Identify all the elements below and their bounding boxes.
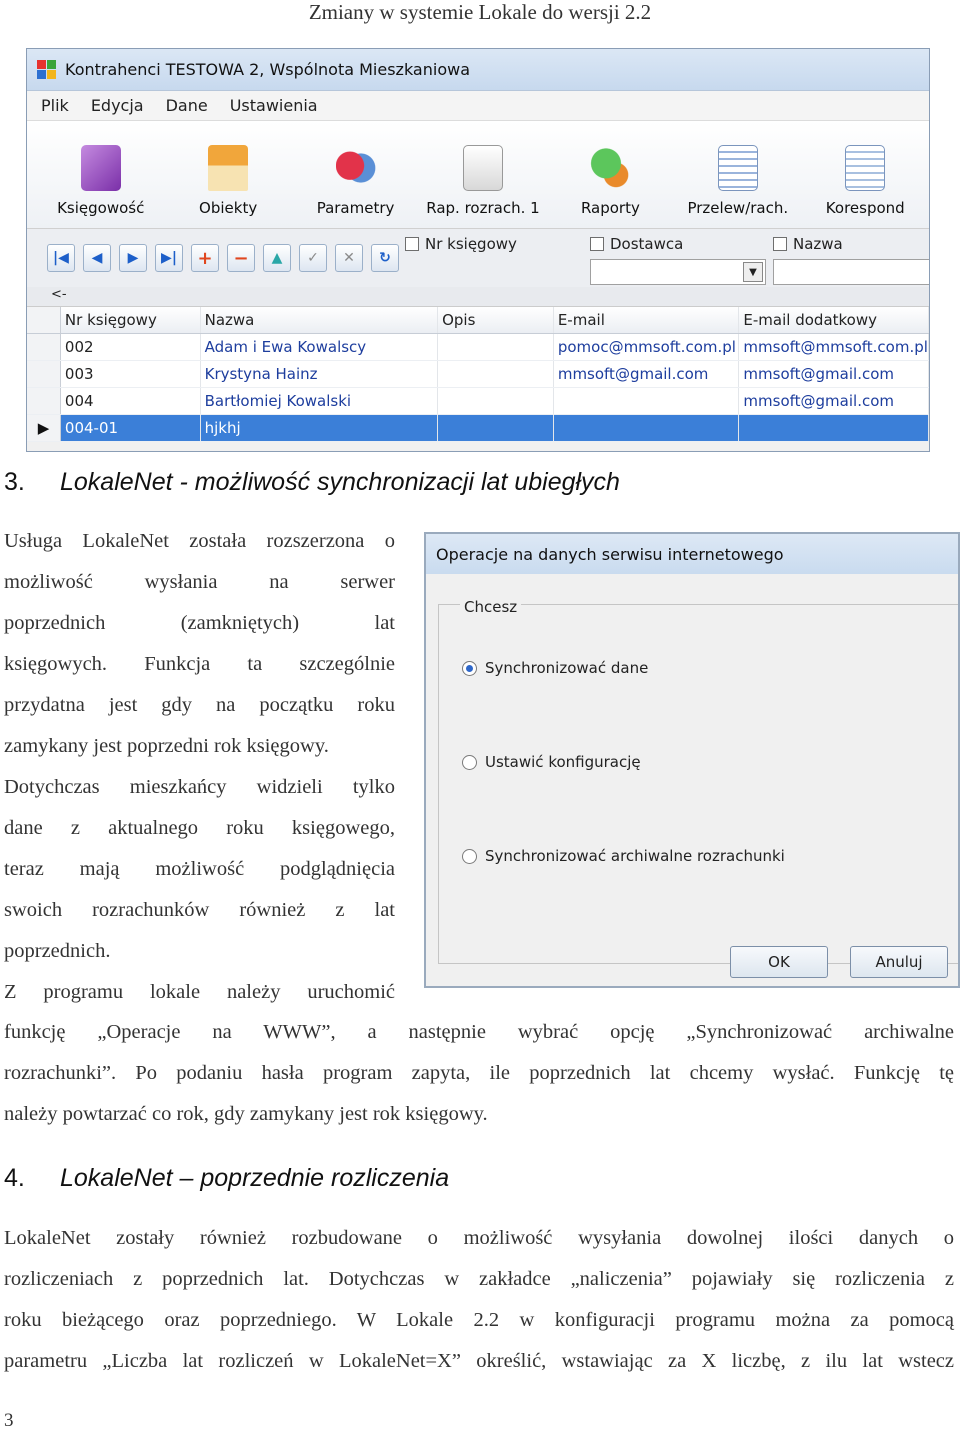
delete-icon[interactable]: − (227, 244, 255, 272)
section3-heading: 3. LokaleNet - możliwość synchronizacji l… (4, 468, 620, 496)
menu-edycja[interactable]: Edycja (91, 96, 144, 115)
section4-heading: 4. LokaleNet – poprzednie rozliczenia (4, 1164, 450, 1192)
column-email[interactable]: E-mail (554, 307, 740, 333)
menubar: Plik Edycja Dane Ustawienia (27, 91, 929, 121)
group-label: Chcesz (460, 598, 522, 616)
filters: Nr księgowy Dostawca Nazwa ▼ (405, 231, 929, 285)
radio-selected-icon[interactable] (462, 660, 477, 676)
column-email-dodatkowy[interactable]: E-mail dodatkowy (739, 307, 929, 333)
table-row[interactable]: 004 Bartłomiej Kowalski mmsoft@gmail.com (27, 388, 929, 415)
report-person-icon (462, 145, 503, 191)
table-row-selected[interactable]: ▶ 004-01 hjkhj (27, 415, 929, 442)
dostawca-dropdown[interactable]: ▼ (590, 259, 766, 285)
house-icon (208, 145, 249, 191)
confirm-icon[interactable]: ✓ (299, 244, 327, 272)
toolbar-parametry-button[interactable]: Parametry (292, 121, 419, 229)
option-set-configuration[interactable]: Ustawić konfigurację (462, 753, 641, 771)
option-synchronize-archive[interactable]: Synchronizować archiwalne rozrachunki (462, 847, 785, 865)
options-group (438, 604, 958, 964)
ok-button[interactable]: OK (730, 946, 828, 978)
cancel-icon[interactable]: ✕ (335, 244, 363, 272)
menu-dane[interactable]: Dane (166, 96, 208, 115)
reports-icon (590, 145, 631, 191)
table-header: Nr księgowy Nazwa Opis E-mail E-mail dod… (27, 307, 929, 334)
table-row[interactable]: 002 Adam i Ewa Kowalscy pomoc@mmsoft.com… (27, 334, 929, 361)
row-pointer-icon: ▶ (27, 415, 61, 441)
window-title: Kontrahenci TESTOWA 2, Wspólnota Mieszka… (65, 60, 470, 79)
correspondence-icon (845, 145, 886, 191)
next-icon[interactable]: ▶ (119, 244, 147, 272)
checkbox-icon[interactable] (773, 237, 787, 251)
parameters-icon (335, 145, 376, 191)
cancel-button[interactable]: Anuluj (850, 946, 948, 978)
refresh-icon[interactable]: ↻ (371, 244, 399, 272)
contractors-window: Kontrahenci TESTOWA 2, Wspólnota Mieszka… (26, 48, 930, 452)
toolbar-rap-rozrach-button[interactable]: Rap. rozrach. 1 (419, 121, 546, 229)
toolbar-obiekty-button[interactable]: Obiekty (164, 121, 291, 229)
up-icon[interactable]: ▲ (263, 244, 291, 272)
page-header: Zmiany w systemie Lokale do wersji 2.2 (308, 0, 652, 24)
web-operations-dialog: Operacje na danych serwisu internetowego… (424, 532, 960, 988)
filter-nazwa[interactable]: Nazwa (773, 231, 843, 257)
column-nazwa[interactable]: Nazwa (201, 307, 439, 333)
checkbox-icon[interactable] (590, 237, 604, 251)
toolbar-korespond-button[interactable]: Korespond (802, 121, 929, 229)
radio-icon[interactable] (462, 754, 477, 770)
menu-plik[interactable]: Plik (41, 96, 69, 115)
menu-ustawienia[interactable]: Ustawienia (230, 96, 318, 115)
section4-paragraph: LokaleNet zostały również rozbudowane o … (4, 1227, 954, 1372)
nazwa-input[interactable] (773, 259, 929, 285)
checkbox-icon[interactable] (405, 237, 419, 251)
first-icon[interactable]: |◀ (47, 244, 75, 272)
option-synchronize-data[interactable]: Synchronizować dane (462, 659, 648, 677)
transfer-icon (717, 145, 758, 191)
table-row[interactable]: 003 Krystyna Hainz mmsoft@gmail.com mmso… (27, 361, 929, 388)
radio-icon[interactable] (462, 848, 477, 864)
toolbar-ksiegowosc-button[interactable]: Księgowość (37, 121, 164, 229)
column-opis[interactable]: Opis (438, 307, 554, 333)
dialog-title: Operacje na danych serwisu internetowego (426, 534, 958, 574)
section3-paragraph: Usługa LokaleNet została rozszerzona o m… (4, 530, 395, 1003)
book-icon (80, 145, 121, 191)
last-icon[interactable]: ▶| (155, 244, 183, 272)
navigation-row: |◀ ◀ ▶ ▶| + − ▲ ✓ ✕ ↻ Nr księgowy Dostaw… (27, 229, 929, 287)
filter-nr-ksiegowy[interactable]: Nr księgowy (405, 231, 517, 257)
app-icon (37, 59, 57, 80)
prev-icon[interactable]: ◀ (83, 244, 111, 272)
toolbar-przelew-button[interactable]: Przelew/rach. (674, 121, 801, 229)
section3-paragraph-continued: funkcję „Operacje na WWW”, a następnie w… (4, 1021, 954, 1125)
filter-dostawca[interactable]: Dostawca (590, 231, 683, 257)
main-toolbar: Księgowość Obiekty Parametry Rap. rozrac… (27, 121, 929, 229)
toolbar-raporty-button[interactable]: Raporty (547, 121, 674, 229)
back-arrow[interactable]: <- (27, 287, 929, 307)
add-icon[interactable]: + (191, 244, 219, 272)
contractors-table: Nr księgowy Nazwa Opis E-mail E-mail dod… (27, 307, 929, 442)
window-titlebar: Kontrahenci TESTOWA 2, Wspólnota Mieszka… (27, 49, 929, 91)
column-nr[interactable]: Nr księgowy (61, 307, 201, 333)
page-number: 3 (4, 1410, 14, 1430)
chevron-down-icon[interactable]: ▼ (743, 262, 763, 282)
